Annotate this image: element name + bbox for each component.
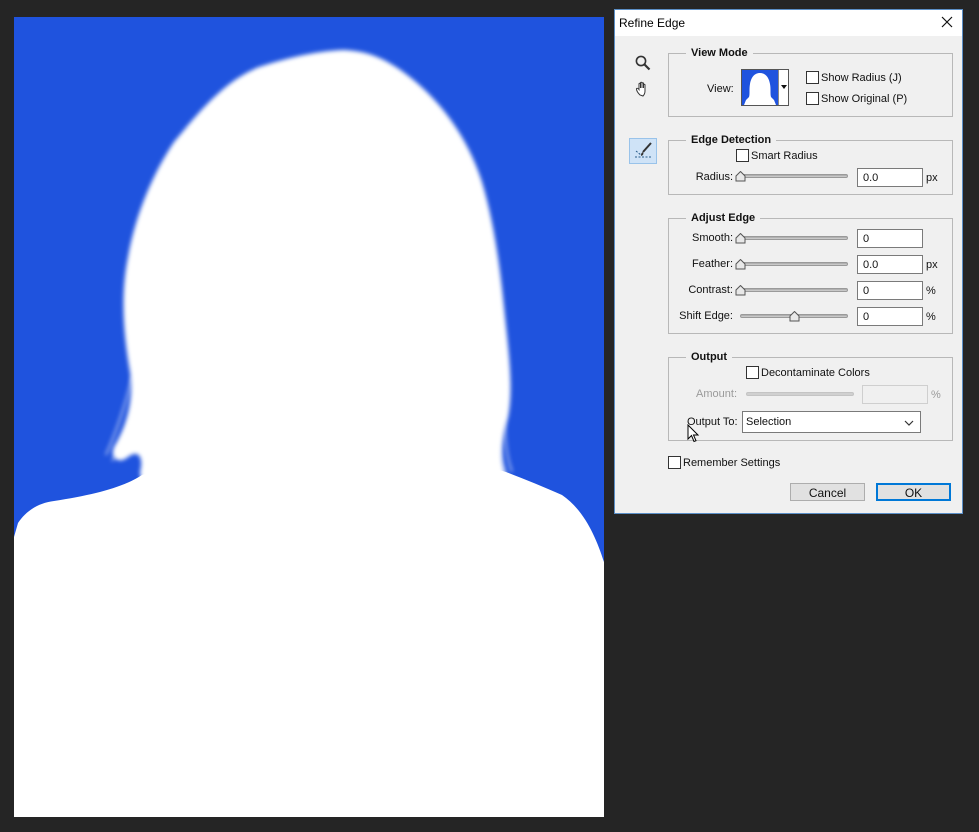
amount-label: Amount: <box>696 388 737 400</box>
silhouette-mask <box>14 50 604 817</box>
radius-label: Radius: <box>695 171 733 183</box>
contrast-input[interactable]: 0 <box>857 281 923 300</box>
amount-unit: % <box>931 389 941 401</box>
close-icon[interactable] <box>940 15 954 29</box>
radius-slider-track[interactable] <box>740 174 848 178</box>
contrast-unit: % <box>926 285 936 297</box>
show-original-label: Show Original (P) <box>821 93 908 105</box>
output-to-value: Selection <box>746 416 792 428</box>
ok-button[interactable]: OK <box>876 483 951 501</box>
decontaminate-colors-checkbox[interactable] <box>746 366 759 379</box>
contrast-label: Contrast: <box>688 284 733 296</box>
smooth-slider-track[interactable] <box>740 236 848 240</box>
feather-label: Feather: <box>692 258 733 270</box>
show-radius-checkbox[interactable] <box>806 71 819 84</box>
dialog-title: Refine Edge <box>619 16 686 30</box>
feather-slider-thumb[interactable] <box>735 258 746 270</box>
remember-settings-label: Remember Settings <box>683 457 781 469</box>
feather-unit: px <box>926 259 938 271</box>
output-legend: Output <box>686 351 733 363</box>
shift-edge-input[interactable]: 0 <box>857 307 923 326</box>
view-preview-thumbnail <box>742 70 778 105</box>
show-radius-label: Show Radius (J) <box>821 72 902 84</box>
shift-edge-unit: % <box>926 311 936 323</box>
view-mode-picker[interactable] <box>741 69 789 106</box>
smart-radius-label: Smart Radius <box>751 150 818 162</box>
radius-slider-thumb[interactable] <box>735 170 746 182</box>
show-original-checkbox[interactable] <box>806 92 819 105</box>
hand-icon[interactable] <box>631 77 655 101</box>
smooth-slider-thumb[interactable] <box>735 232 746 244</box>
shift-edge-label: Shift Edge: <box>679 310 733 322</box>
smooth-label: Smooth: <box>692 232 733 244</box>
chevron-down-icon[interactable] <box>778 70 788 105</box>
document-canvas[interactable] <box>14 17 604 817</box>
contrast-slider-thumb[interactable] <box>735 284 746 296</box>
amount-input <box>862 385 928 404</box>
chevron-down-icon <box>904 418 914 430</box>
refine-edge-dialog: Refine Edge View Mode View: Show Radius … <box>614 9 963 514</box>
smooth-input[interactable]: 0 <box>857 229 923 248</box>
mouse-cursor-icon <box>687 423 701 447</box>
decontaminate-colors-label: Decontaminate Colors <box>761 367 870 379</box>
feather-slider-track[interactable] <box>740 262 848 266</box>
edge-detection-legend: Edge Detection <box>686 134 777 146</box>
contrast-slider-track[interactable] <box>740 288 848 292</box>
view-label: View: <box>707 83 734 95</box>
radius-unit: px <box>926 172 938 184</box>
view-mode-legend: View Mode <box>686 47 753 59</box>
smart-radius-checkbox[interactable] <box>736 149 749 162</box>
shift-edge-slider-thumb[interactable] <box>789 310 800 322</box>
output-to-select[interactable]: Selection <box>742 411 921 433</box>
radius-input[interactable]: 0.0 <box>857 168 923 187</box>
amount-slider-track <box>746 392 854 396</box>
cancel-button[interactable]: Cancel <box>790 483 865 501</box>
remember-settings-checkbox[interactable] <box>668 456 681 469</box>
dialog-titlebar[interactable]: Refine Edge <box>615 10 962 36</box>
feather-input[interactable]: 0.0 <box>857 255 923 274</box>
adjust-edge-legend: Adjust Edge <box>686 212 761 224</box>
refine-radius-brush-icon[interactable] <box>629 138 657 164</box>
magnifier-icon[interactable] <box>631 51 655 75</box>
